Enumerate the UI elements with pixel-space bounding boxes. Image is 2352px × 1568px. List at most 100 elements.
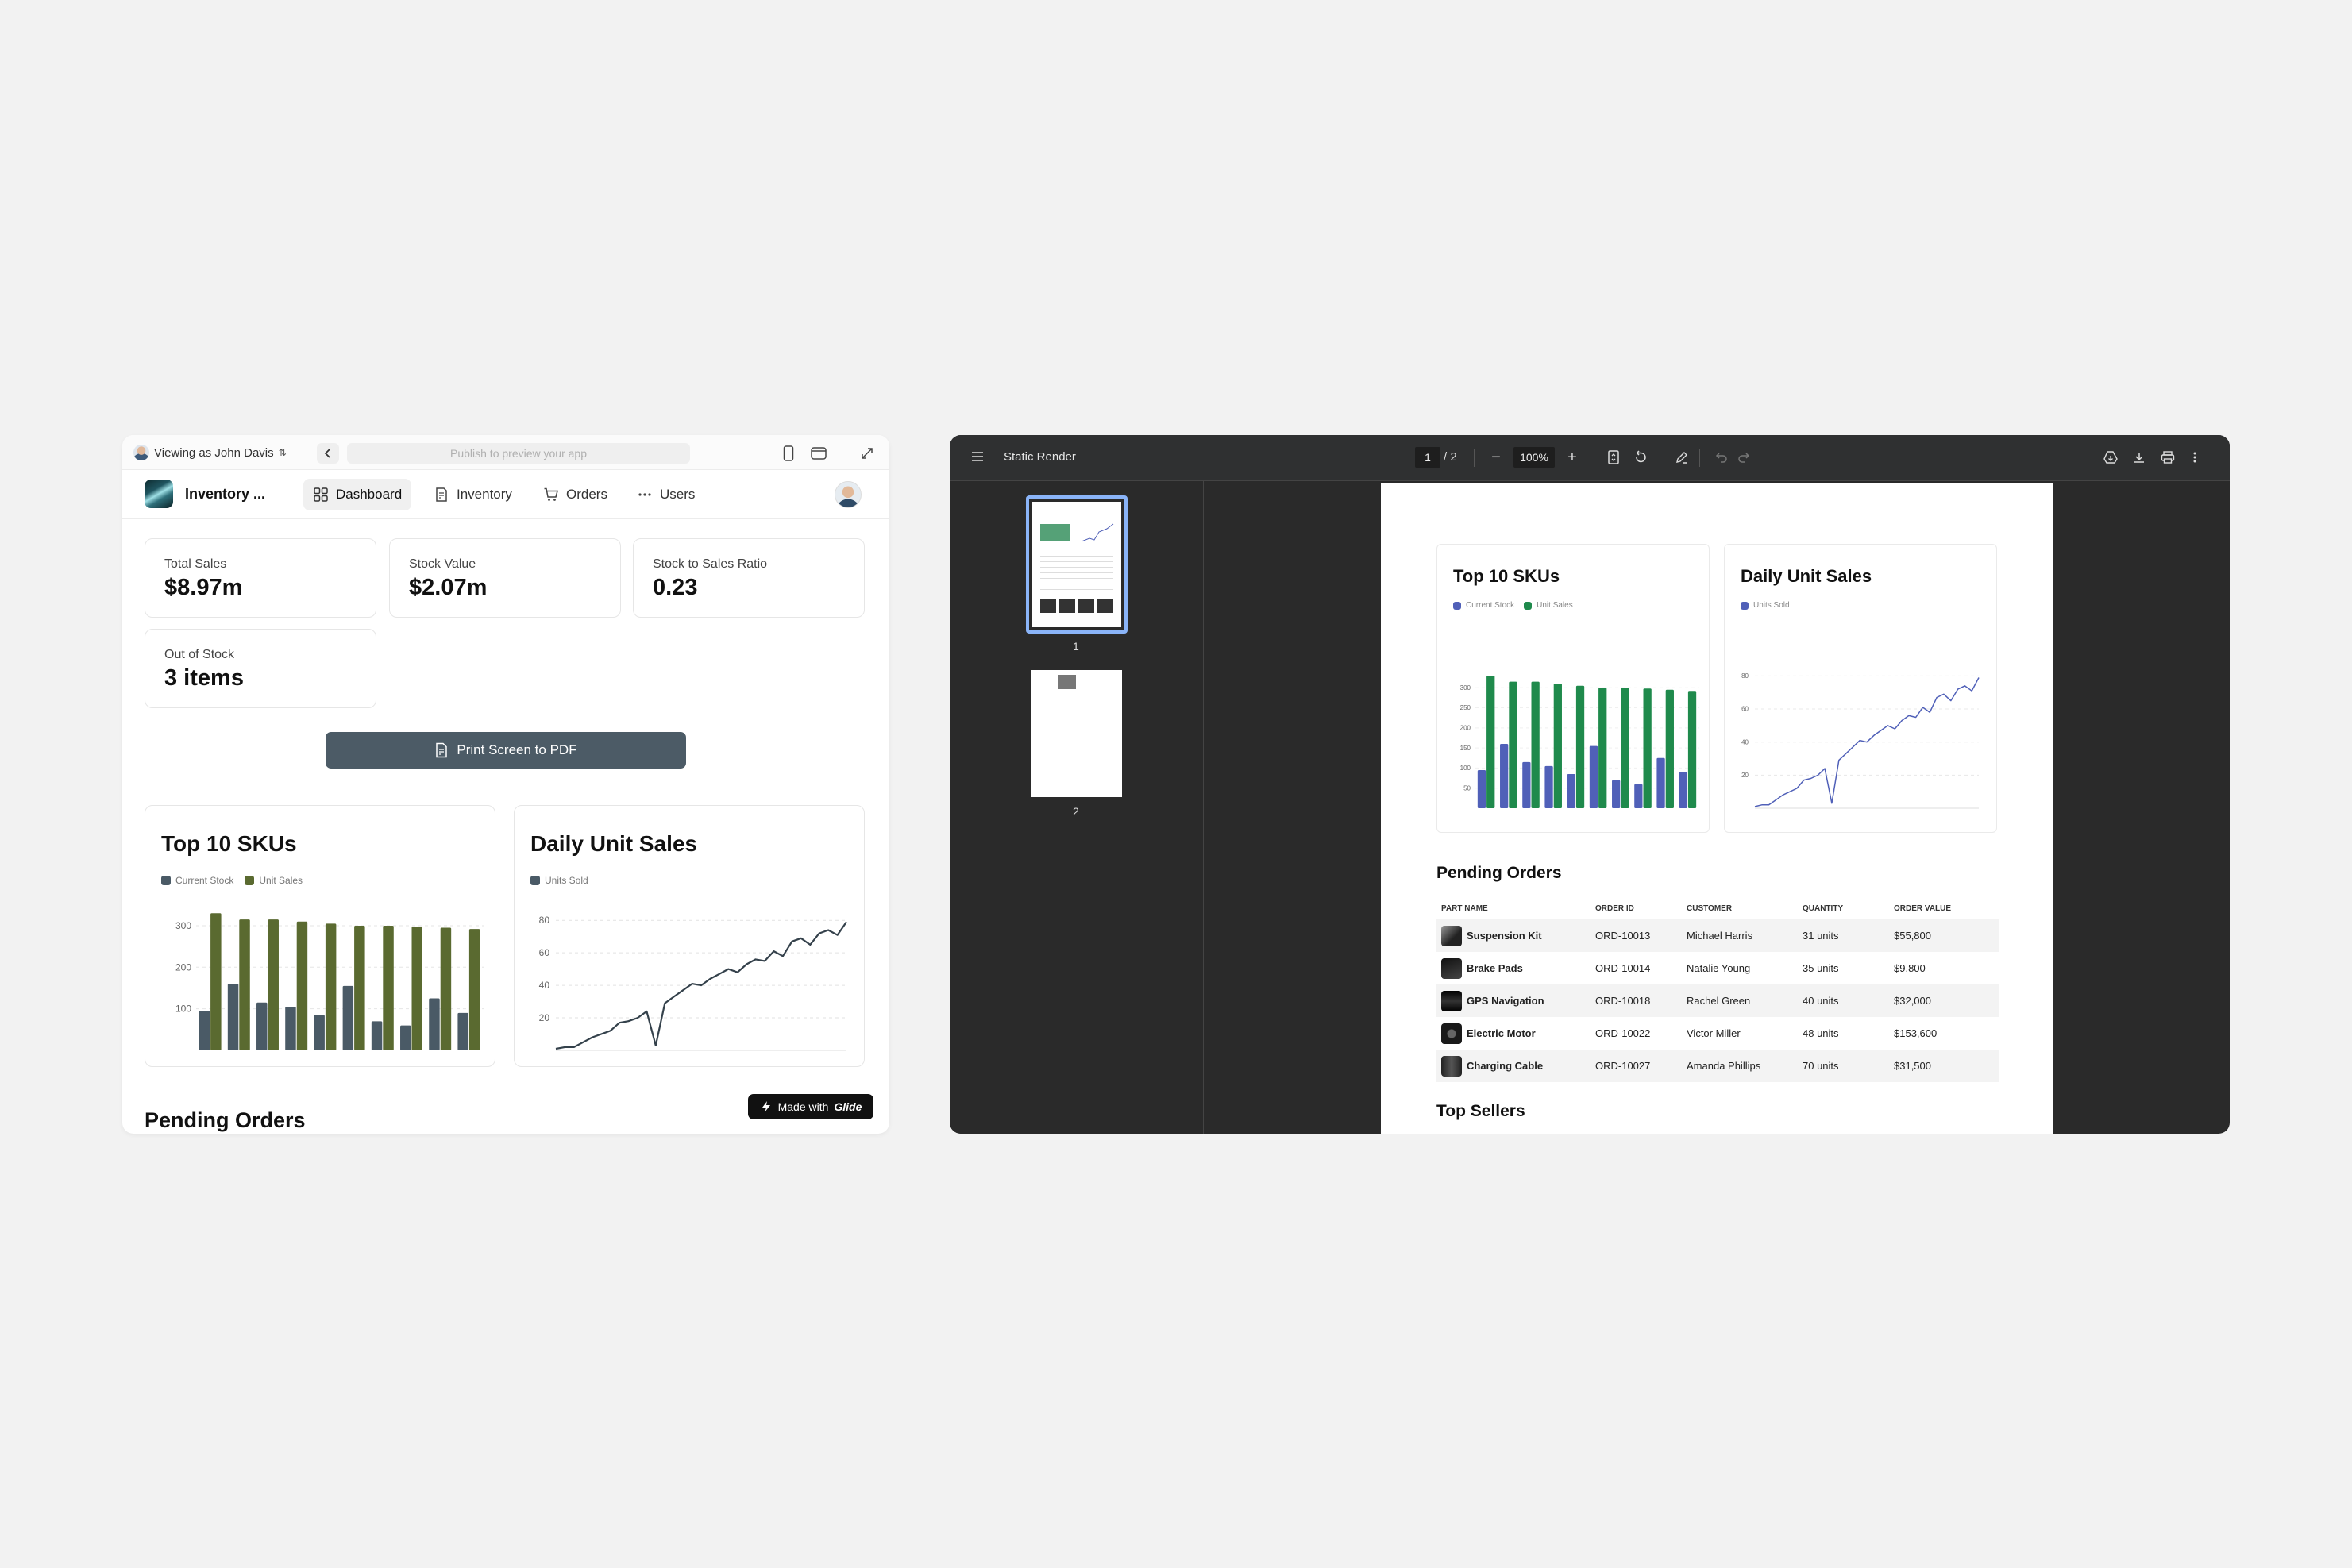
table-row[interactable]: Electric Motor ORD-10022 Victor Miller 4… <box>1436 1017 1999 1050</box>
quantity-cell: 40 units <box>1803 995 1839 1007</box>
sales-bar <box>1531 681 1540 808</box>
sales-bar <box>1687 691 1697 808</box>
print-to-pdf-button[interactable]: Print Screen to PDF <box>326 732 686 769</box>
sales-bar <box>354 925 365 1050</box>
thumbnail-page-2[interactable] <box>1031 670 1122 797</box>
legend-swatch <box>245 876 255 885</box>
thumbnail-line-preview <box>1081 523 1114 542</box>
stock-bar <box>285 1007 296 1050</box>
table-row[interactable]: GPS Navigation ORD-10018 Rachel Green 40… <box>1436 984 1999 1017</box>
more-options-button[interactable] <box>2185 448 2204 467</box>
y-tick-label: 100 <box>175 1004 191 1015</box>
chart-title: Top 10 SKUs <box>161 831 297 856</box>
sales-bar <box>1621 688 1629 808</box>
customer-cell: Victor Miller <box>1687 1027 1741 1039</box>
zoom-input[interactable]: 100% <box>1513 447 1555 468</box>
redo-button[interactable] <box>1734 448 1753 467</box>
tablet-icon <box>811 447 827 460</box>
download-button[interactable] <box>2130 448 2149 467</box>
zoom-out-button[interactable]: − <box>1486 448 1506 467</box>
stock-bar <box>400 1025 411 1050</box>
back-button[interactable] <box>317 443 339 464</box>
stock-bar <box>199 1011 210 1050</box>
column-header: CUSTOMER <box>1687 903 1733 913</box>
y-tick-label: 20 <box>1741 772 1749 779</box>
thumbnail-number: 2 <box>1073 805 1079 818</box>
chart-title: Daily Unit Sales <box>1741 566 1872 586</box>
menu-button[interactable] <box>970 450 985 467</box>
expand-button[interactable] <box>857 443 877 464</box>
legend-label: Unit Sales <box>259 875 303 886</box>
daily-sales-chart-card: Daily Unit Sales Units Sold 20 40 60 80 <box>1724 544 1997 833</box>
save-to-drive-button[interactable] <box>2101 448 2120 467</box>
nav-label: Inventory <box>457 487 512 502</box>
sales-bar <box>1598 688 1607 808</box>
table-row[interactable]: Charging Cable ORD-10027 Amanda Phillips… <box>1436 1050 1999 1082</box>
thumbnail-table-preview <box>1040 551 1113 592</box>
undo-button[interactable] <box>1712 448 1731 467</box>
thumbnail-page-1[interactable] <box>1026 495 1128 634</box>
y-tick-label: 40 <box>1741 738 1749 745</box>
part-image <box>1441 1023 1462 1044</box>
rotate-button[interactable] <box>1631 448 1650 467</box>
stock-bar <box>1634 784 1643 808</box>
quantity-cell: 31 units <box>1803 930 1839 942</box>
column-header: PART NAME <box>1441 903 1488 913</box>
stat-label: Stock to Sales Ratio <box>653 557 768 571</box>
user-avatar[interactable] <box>835 481 862 508</box>
sales-bar <box>210 913 222 1050</box>
stock-bar <box>1612 780 1621 808</box>
column-header: QUANTITY <box>1803 903 1844 913</box>
page-total: / 2 <box>1444 450 1457 464</box>
app-logo <box>145 480 173 508</box>
printer-icon <box>2161 451 2175 464</box>
nav-inventory[interactable]: Inventory <box>424 479 522 510</box>
viewing-as-selector[interactable]: Viewing as John Davis ⇅ <box>133 443 287 462</box>
nav-users[interactable]: Users <box>627 479 704 510</box>
part-name: Charging Cable <box>1467 1060 1544 1072</box>
thumbnail-image <box>1032 502 1121 627</box>
order-value-cell: $9,800 <box>1894 962 1926 974</box>
top-sellers-heading: Top Sellers <box>1436 1102 1525 1120</box>
table-row[interactable]: Brake Pads ORD-10014 Natalie Young 35 un… <box>1436 952 1999 984</box>
y-tick-label: 40 <box>539 980 550 991</box>
sales-bar <box>1509 681 1517 808</box>
quantity-cell: 35 units <box>1803 962 1839 974</box>
quantity-cell: 70 units <box>1803 1060 1839 1072</box>
nav-dashboard[interactable]: Dashboard <box>303 479 412 510</box>
print-button-label: Print Screen to PDF <box>457 742 577 757</box>
stock-bar <box>1477 769 1486 808</box>
kebab-icon <box>2193 452 2196 463</box>
y-tick-label: 300 <box>175 920 191 931</box>
legend-item: Units Sold <box>530 875 588 886</box>
stat-value: 3 items <box>164 665 244 691</box>
legend-label: Units Sold <box>1753 601 1790 610</box>
order-id-cell: ORD-10014 <box>1595 962 1651 974</box>
legend-swatch <box>1524 601 1533 610</box>
sales-bar <box>1665 689 1674 808</box>
url-bar[interactable]: Publish to preview your app <box>347 443 690 464</box>
customer-cell: Michael Harris <box>1687 930 1753 942</box>
part-name: Electric Motor <box>1467 1027 1536 1039</box>
page-number-input[interactable]: 1 <box>1415 447 1440 468</box>
fit-page-button[interactable] <box>1604 448 1623 467</box>
stock-bar <box>1656 757 1665 808</box>
stock-bar <box>314 1015 325 1050</box>
table-row[interactable]: Suspension Kit ORD-10013 Michael Harris … <box>1436 919 1999 952</box>
order-id-cell: ORD-10018 <box>1595 995 1651 1007</box>
phone-view-button[interactable] <box>778 443 799 464</box>
tablet-view-button[interactable] <box>808 443 829 464</box>
nav-orders[interactable]: Orders <box>534 479 617 510</box>
customer-cell: Rachel Green <box>1687 995 1751 1007</box>
print-button[interactable] <box>2158 448 2177 467</box>
table-header: PART NAME ORDER ID CUSTOMER QUANTITY ORD… <box>1436 897 1999 919</box>
made-with-glide-badge[interactable]: Made with Glide <box>748 1094 873 1119</box>
annotate-button[interactable] <box>1672 448 1691 467</box>
customer-cell: Amanda Phillips <box>1687 1060 1761 1072</box>
stat-value: $2.07m <box>409 575 488 600</box>
line-chart-svg: 20 40 60 80 <box>1741 672 1980 809</box>
app-name[interactable]: Inventory ... <box>185 486 265 503</box>
sales-bar <box>383 925 394 1050</box>
zoom-in-button[interactable]: + <box>1563 448 1582 467</box>
part-image <box>1441 925 1462 946</box>
